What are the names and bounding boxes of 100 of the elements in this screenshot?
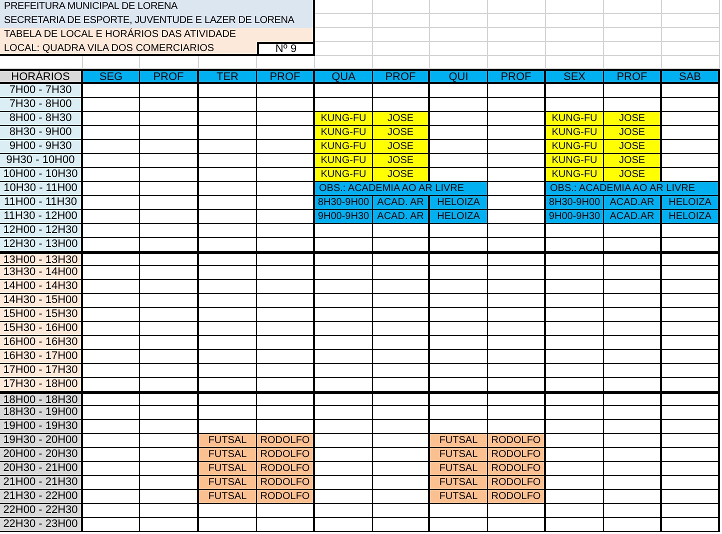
table-cell bbox=[488, 84, 546, 98]
table-cell bbox=[199, 196, 257, 210]
table-cell bbox=[546, 322, 604, 336]
table-cell: HELOIZA bbox=[430, 210, 488, 224]
table-cell bbox=[315, 490, 373, 504]
column-header: SEX bbox=[546, 69, 604, 84]
table-cell: JOSE bbox=[604, 112, 662, 126]
table-cell bbox=[604, 378, 662, 392]
table-cell bbox=[546, 336, 604, 350]
time-cell: 8H30 - 9H00 bbox=[0, 126, 83, 140]
table-cell bbox=[140, 154, 199, 168]
table-cell bbox=[604, 322, 662, 336]
table-cell bbox=[546, 238, 604, 252]
table-cell bbox=[488, 168, 546, 182]
time-cell: 9H00 - 9H30 bbox=[0, 140, 83, 154]
table-cell bbox=[257, 224, 315, 238]
sheet-cell bbox=[430, 14, 488, 28]
table-cell bbox=[257, 378, 315, 392]
table-cell bbox=[373, 448, 430, 462]
table-cell: FUTSAL bbox=[430, 434, 488, 448]
time-cell: 10H00 - 10H30 bbox=[0, 168, 83, 182]
time-cell: 22H30 - 23H00 bbox=[0, 518, 83, 532]
table-cell bbox=[140, 98, 199, 112]
table-cell bbox=[488, 294, 546, 308]
table-cell bbox=[257, 182, 315, 196]
table-cell bbox=[373, 392, 430, 406]
table-cell bbox=[140, 392, 199, 406]
table-cell bbox=[488, 252, 546, 266]
time-cell: 13H00 - 13H30 bbox=[0, 252, 83, 266]
table-cell bbox=[604, 280, 662, 294]
table-cell bbox=[430, 224, 488, 238]
table-cell: KUNG-FU bbox=[315, 140, 373, 154]
table-cell bbox=[546, 504, 604, 518]
table-cell bbox=[257, 196, 315, 210]
table-cell bbox=[315, 98, 373, 112]
table-cell bbox=[488, 392, 546, 406]
time-cell: 10H30 - 11H00 bbox=[0, 182, 83, 196]
table-cell bbox=[83, 518, 140, 532]
table-cell bbox=[199, 168, 257, 182]
table-cell bbox=[604, 308, 662, 322]
table-cell bbox=[83, 378, 140, 392]
table-cell bbox=[546, 490, 604, 504]
table-cell: JOSE bbox=[373, 112, 430, 126]
time-cell: 18H30 - 19H00 bbox=[0, 406, 83, 420]
table-cell bbox=[373, 476, 430, 490]
table-cell bbox=[257, 210, 315, 224]
table-cell bbox=[546, 280, 604, 294]
time-cell: 11H00 - 11H30 bbox=[0, 196, 83, 210]
table-cell bbox=[430, 336, 488, 350]
table-cell bbox=[373, 462, 430, 476]
table-cell bbox=[257, 406, 315, 420]
time-cell: 16H30 - 17H00 bbox=[0, 350, 83, 364]
table-cell bbox=[257, 350, 315, 364]
time-cell: 11H30 - 12H00 bbox=[0, 210, 83, 224]
table-cell bbox=[662, 112, 720, 126]
table-cell: ACAD. AR bbox=[373, 196, 430, 210]
table-cell bbox=[662, 84, 720, 98]
sheet-cell bbox=[546, 14, 604, 28]
sheet-cell bbox=[546, 0, 604, 14]
table-cell bbox=[373, 224, 430, 238]
table-cell bbox=[546, 462, 604, 476]
table-cell bbox=[83, 434, 140, 448]
time-cell: 7H30 - 8H00 bbox=[0, 98, 83, 112]
table-cell bbox=[199, 84, 257, 98]
table-cell bbox=[430, 308, 488, 322]
table-cell bbox=[604, 448, 662, 462]
table-cell bbox=[604, 98, 662, 112]
table-cell bbox=[199, 322, 257, 336]
table-cell bbox=[488, 196, 546, 210]
table-cell: RODOLFO bbox=[488, 448, 546, 462]
sheet-cell bbox=[373, 0, 430, 14]
table-cell bbox=[662, 308, 720, 322]
table-cell bbox=[140, 420, 199, 434]
table-cell bbox=[604, 238, 662, 252]
table-cell bbox=[604, 476, 662, 490]
table-cell bbox=[140, 434, 199, 448]
table-cell bbox=[430, 406, 488, 420]
table-cell bbox=[199, 280, 257, 294]
table-cell bbox=[315, 84, 373, 98]
sheet-cell bbox=[604, 0, 662, 14]
table-cell bbox=[315, 434, 373, 448]
table-cell bbox=[140, 364, 199, 378]
sheet-cell bbox=[488, 28, 546, 42]
table-cell: FUTSAL bbox=[430, 476, 488, 490]
table-cell bbox=[488, 308, 546, 322]
table-cell bbox=[83, 98, 140, 112]
table-cell: KUNG-FU bbox=[315, 112, 373, 126]
table-cell bbox=[315, 420, 373, 434]
table-cell bbox=[430, 84, 488, 98]
table-cell bbox=[199, 420, 257, 434]
time-cell: 7H00 - 7H30 bbox=[0, 84, 83, 98]
table-cell bbox=[83, 84, 140, 98]
table-cell bbox=[430, 294, 488, 308]
table-cell bbox=[257, 280, 315, 294]
table-cell bbox=[662, 140, 720, 154]
table-cell bbox=[430, 518, 488, 532]
table-cell bbox=[315, 308, 373, 322]
table-cell bbox=[199, 378, 257, 392]
table-cell bbox=[546, 448, 604, 462]
table-cell bbox=[199, 210, 257, 224]
